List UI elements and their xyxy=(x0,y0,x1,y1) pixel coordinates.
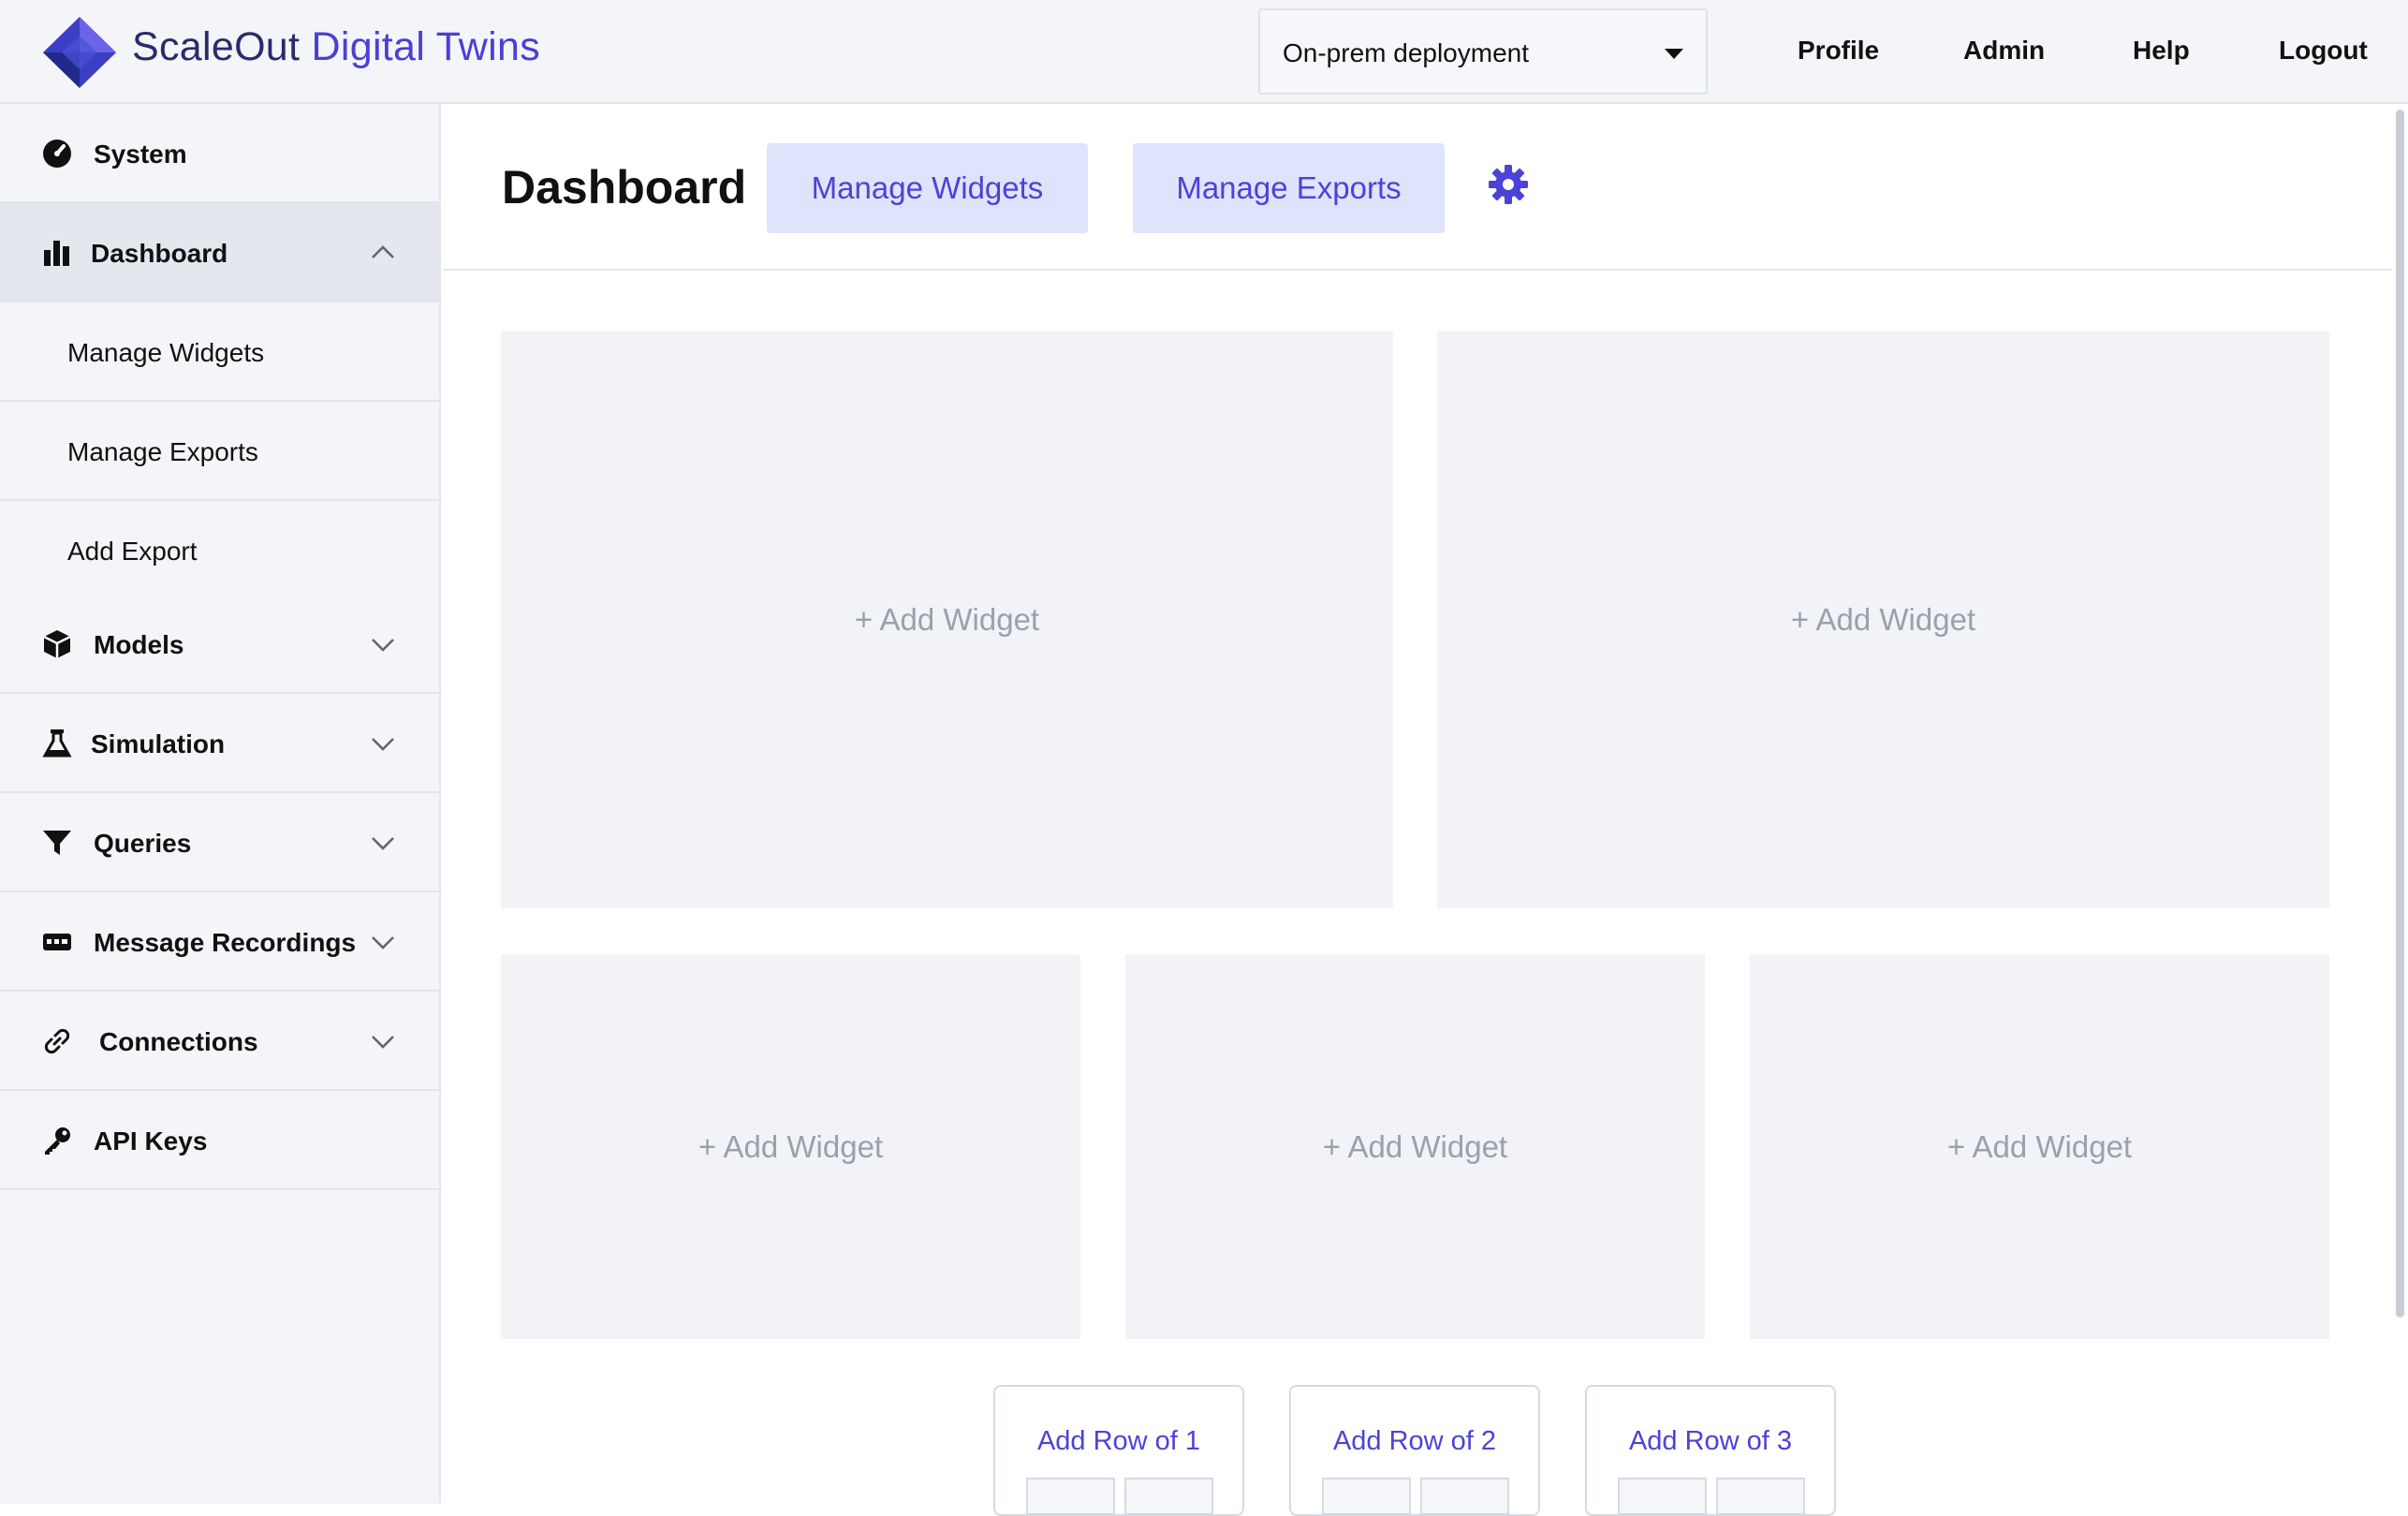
sidebar-item-label: System xyxy=(94,140,187,169)
recording-icon xyxy=(43,934,71,950)
sidebar-item-system[interactable]: System xyxy=(0,104,441,203)
widget-slot[interactable]: + Add Widget xyxy=(1125,954,1705,1339)
sidebar-item-dashboard[interactable]: Dashboard xyxy=(0,203,441,302)
deployment-select[interactable]: On-prem deployment xyxy=(1258,8,1708,95)
chevron-down-icon[interactable] xyxy=(371,632,395,656)
deployment-value: On-prem deployment xyxy=(1283,38,1530,67)
admin-link[interactable]: Admin xyxy=(1963,36,2045,66)
sidebar-item-label: Dashboard xyxy=(91,239,228,268)
sidebar-subitem-label: Add Export xyxy=(67,537,198,566)
row-preview-cell xyxy=(1026,1478,1115,1515)
row-preview-cell xyxy=(1716,1478,1805,1515)
row-preview-cell xyxy=(1322,1478,1411,1515)
app-header: ScaleOut Digital Twins On-prem deploymen… xyxy=(0,0,2408,104)
sidebar-item-label: Message Recordings xyxy=(94,928,357,957)
manage-exports-button[interactable]: Manage Exports xyxy=(1133,143,1445,233)
brand-part1: ScaleOut xyxy=(132,24,301,69)
add-widget-label: + Add Widget xyxy=(1322,1128,1508,1164)
page-scrollbar[interactable] xyxy=(2392,104,2408,1504)
dashboard-header: Dashboard Manage Widgets Manage Exports xyxy=(443,104,2392,271)
sidebar-item-api-keys[interactable]: API Keys xyxy=(0,1091,441,1190)
sidebar-item-label: Queries xyxy=(94,829,192,858)
chevron-down-icon[interactable] xyxy=(371,1029,395,1053)
gear-icon[interactable] xyxy=(1488,164,1529,205)
cube-icon xyxy=(43,630,71,658)
help-link[interactable]: Help xyxy=(2133,36,2190,66)
row-preview-cell xyxy=(1420,1478,1509,1515)
sidebar: System Dashboard Manage Widgets Manage E… xyxy=(0,104,441,1504)
widget-slot[interactable]: + Add Widget xyxy=(1750,954,2329,1339)
page-title: Dashboard xyxy=(502,161,747,213)
sidebar-item-label: API Keys xyxy=(94,1126,208,1155)
sidebar-subitem-add-export[interactable]: Add Export xyxy=(0,501,441,595)
sidebar-subitem-manage-widgets[interactable]: Manage Widgets xyxy=(0,302,441,402)
sidebar-subitem-label: Manage Widgets xyxy=(67,338,265,367)
sidebar-item-simulation[interactable]: Simulation xyxy=(0,694,441,793)
add-widget-label: + Add Widget xyxy=(1790,602,1976,637)
bar-chart-icon xyxy=(44,241,69,266)
brand-part2: Digital Twins xyxy=(311,24,541,69)
chevron-down-icon[interactable] xyxy=(371,831,395,855)
add-row-of-2-button[interactable]: Add Row of 2 xyxy=(1289,1385,1540,1516)
chevron-down-icon[interactable] xyxy=(371,930,395,954)
scrollbar-thumb[interactable] xyxy=(2396,110,2404,1317)
sidebar-item-models[interactable]: Models xyxy=(0,595,441,694)
scaleout-logo-icon[interactable] xyxy=(43,17,116,88)
brand-name[interactable]: ScaleOut Digital Twins xyxy=(132,24,540,70)
widget-slot[interactable]: + Add Widget xyxy=(501,954,1080,1339)
sidebar-item-label: Simulation xyxy=(91,729,226,758)
widget-slot[interactable]: + Add Widget xyxy=(1437,331,2329,908)
gauge-icon xyxy=(43,140,71,168)
sidebar-item-message-recordings[interactable]: Message Recordings xyxy=(0,892,441,992)
add-widget-label: + Add Widget xyxy=(1946,1128,2133,1164)
key-icon xyxy=(45,1127,70,1155)
chevron-down-icon[interactable] xyxy=(371,731,395,756)
filter-icon xyxy=(43,831,71,855)
add-widget-label: + Add Widget xyxy=(854,602,1040,637)
sidebar-item-queries[interactable]: Queries xyxy=(0,793,441,892)
row-preview-cell xyxy=(1618,1478,1707,1515)
chevron-up-icon[interactable] xyxy=(371,241,395,265)
caret-down-icon xyxy=(1665,49,1683,59)
row-preview-cell xyxy=(1124,1478,1213,1515)
profile-link[interactable]: Profile xyxy=(1798,36,1879,66)
sidebar-subitem-manage-exports[interactable]: Manage Exports xyxy=(0,402,441,501)
logout-link[interactable]: Logout xyxy=(2279,36,2368,66)
sidebar-item-connections[interactable]: Connections xyxy=(0,992,441,1091)
add-row-label: Add Row of 3 xyxy=(1628,1426,1793,1456)
manage-widgets-button[interactable]: Manage Widgets xyxy=(767,143,1088,233)
sidebar-item-label: Models xyxy=(94,630,184,659)
add-row-label: Add Row of 1 xyxy=(1036,1426,1201,1456)
sidebar-subitem-label: Manage Exports xyxy=(67,437,258,466)
add-row-of-3-button[interactable]: Add Row of 3 xyxy=(1585,1385,1836,1516)
link-icon xyxy=(44,1028,70,1054)
add-row-label: Add Row of 2 xyxy=(1332,1426,1497,1456)
add-widget-label: + Add Widget xyxy=(697,1128,884,1164)
add-row-of-1-button[interactable]: Add Row of 1 xyxy=(993,1385,1244,1516)
sidebar-item-label: Connections xyxy=(99,1027,258,1056)
widget-slot[interactable]: + Add Widget xyxy=(501,331,1393,908)
flask-icon xyxy=(42,729,72,758)
